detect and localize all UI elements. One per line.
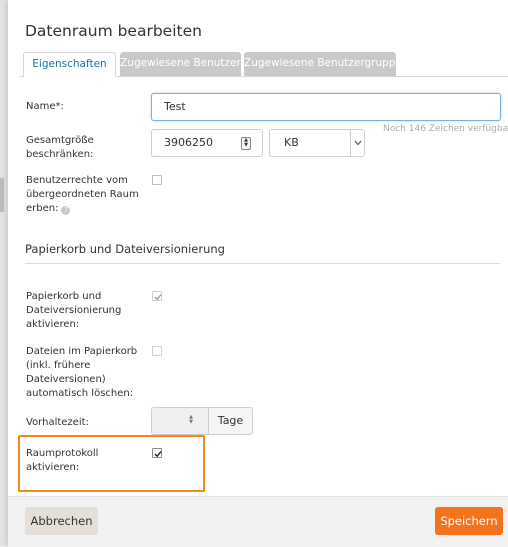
size-limit-stepper-icon[interactable]: ▲ ▼ bbox=[241, 137, 251, 150]
recycle-enable-label-line: Papierkorb und bbox=[26, 291, 102, 302]
recycle-enable-label-line: Dateiversionierung bbox=[26, 305, 122, 316]
auto-delete-label-line: automatisch löschen: bbox=[26, 388, 134, 399]
size-limit-label: Gesamtgröße beschränken: bbox=[26, 134, 94, 162]
section-divider bbox=[25, 263, 500, 264]
save-button[interactable]: Speichern bbox=[435, 507, 503, 535]
chevron-down-icon bbox=[350, 130, 364, 156]
recycle-enable-label-line: aktivieren: bbox=[26, 319, 80, 330]
dialog-footer: Abbrechen Speichern bbox=[8, 496, 508, 547]
edit-dataroom-dialog: Datenraum bearbeiten Eigenschaften Zugew… bbox=[8, 0, 508, 547]
tab-properties[interactable]: Eigenschaften bbox=[23, 52, 116, 77]
room-log-label-line: Raumprotokoll bbox=[26, 448, 99, 459]
cancel-button[interactable]: Abbrechen bbox=[25, 507, 98, 535]
auto-delete-label-line: Dateien im Papierkorb bbox=[26, 346, 138, 357]
size-limit-input[interactable]: 3906250 ▲ ▼ bbox=[151, 129, 263, 157]
size-unit-value: KB bbox=[284, 136, 299, 149]
size-limit-label-line: beschränken: bbox=[26, 149, 94, 160]
background-page-edge bbox=[0, 0, 7, 546]
inherit-rights-checkbox[interactable] bbox=[152, 175, 162, 185]
retention-stepper-icon[interactable]: ▲ ▼ bbox=[186, 415, 196, 428]
recycle-section-title: Papierkorb und Dateiversionierung bbox=[25, 242, 225, 256]
tab-assigned-user-groups[interactable]: Zugewiesene Benutzergruppen bbox=[244, 52, 409, 76]
checkmark-icon bbox=[154, 451, 162, 458]
size-limit-value: 3906250 bbox=[164, 136, 213, 149]
inherit-rights-label-line: Benutzerrechte vom bbox=[26, 175, 128, 186]
name-char-hint: Noch 146 Zeichen verfügbar bbox=[383, 124, 508, 134]
auto-delete-label: Dateien im Papierkorb (inkl. frühere Dat… bbox=[26, 345, 137, 401]
retention-unit-addon: Tage bbox=[209, 407, 253, 435]
name-input[interactable]: Test bbox=[151, 93, 501, 121]
inherit-rights-label: Benutzerrechte vom übergeordneten Raum e… bbox=[26, 174, 139, 216]
auto-delete-checkbox[interactable] bbox=[152, 346, 162, 356]
checkmark-icon bbox=[154, 294, 162, 301]
size-limit-label-line: Gesamtgröße bbox=[26, 135, 94, 146]
inherit-rights-label-line: erben: bbox=[26, 203, 59, 214]
auto-delete-label-line: Dateiversionen) bbox=[26, 374, 106, 385]
room-log-label-line: aktivieren: bbox=[26, 462, 80, 473]
size-unit-select[interactable]: KB bbox=[269, 129, 365, 157]
name-label: Name*: bbox=[26, 101, 64, 112]
room-log-checkbox[interactable] bbox=[152, 448, 162, 458]
name-input-value: Test bbox=[164, 100, 186, 113]
auto-delete-label-line: (inkl. frühere bbox=[26, 360, 91, 371]
dialog-title: Datenraum bearbeiten bbox=[25, 22, 202, 40]
inherit-rights-label-line: übergeordneten Raum bbox=[26, 189, 139, 200]
background-scroll-nub bbox=[0, 178, 4, 212]
help-icon[interactable]: ? bbox=[61, 206, 71, 215]
tab-bar: Eigenschaften Zugewiesene Benutzer Zugew… bbox=[20, 52, 508, 77]
recycle-enable-checkbox[interactable] bbox=[152, 291, 162, 301]
tab-assigned-users[interactable]: Zugewiesene Benutzer bbox=[120, 52, 241, 76]
retention-input[interactable]: ▲ ▼ bbox=[151, 407, 209, 435]
room-log-label: Raumprotokoll aktivieren: bbox=[26, 447, 98, 475]
retention-label: Vorhaltezeit: bbox=[26, 417, 89, 428]
recycle-enable-label: Papierkorb und Dateiversionierung aktivi… bbox=[26, 290, 121, 332]
